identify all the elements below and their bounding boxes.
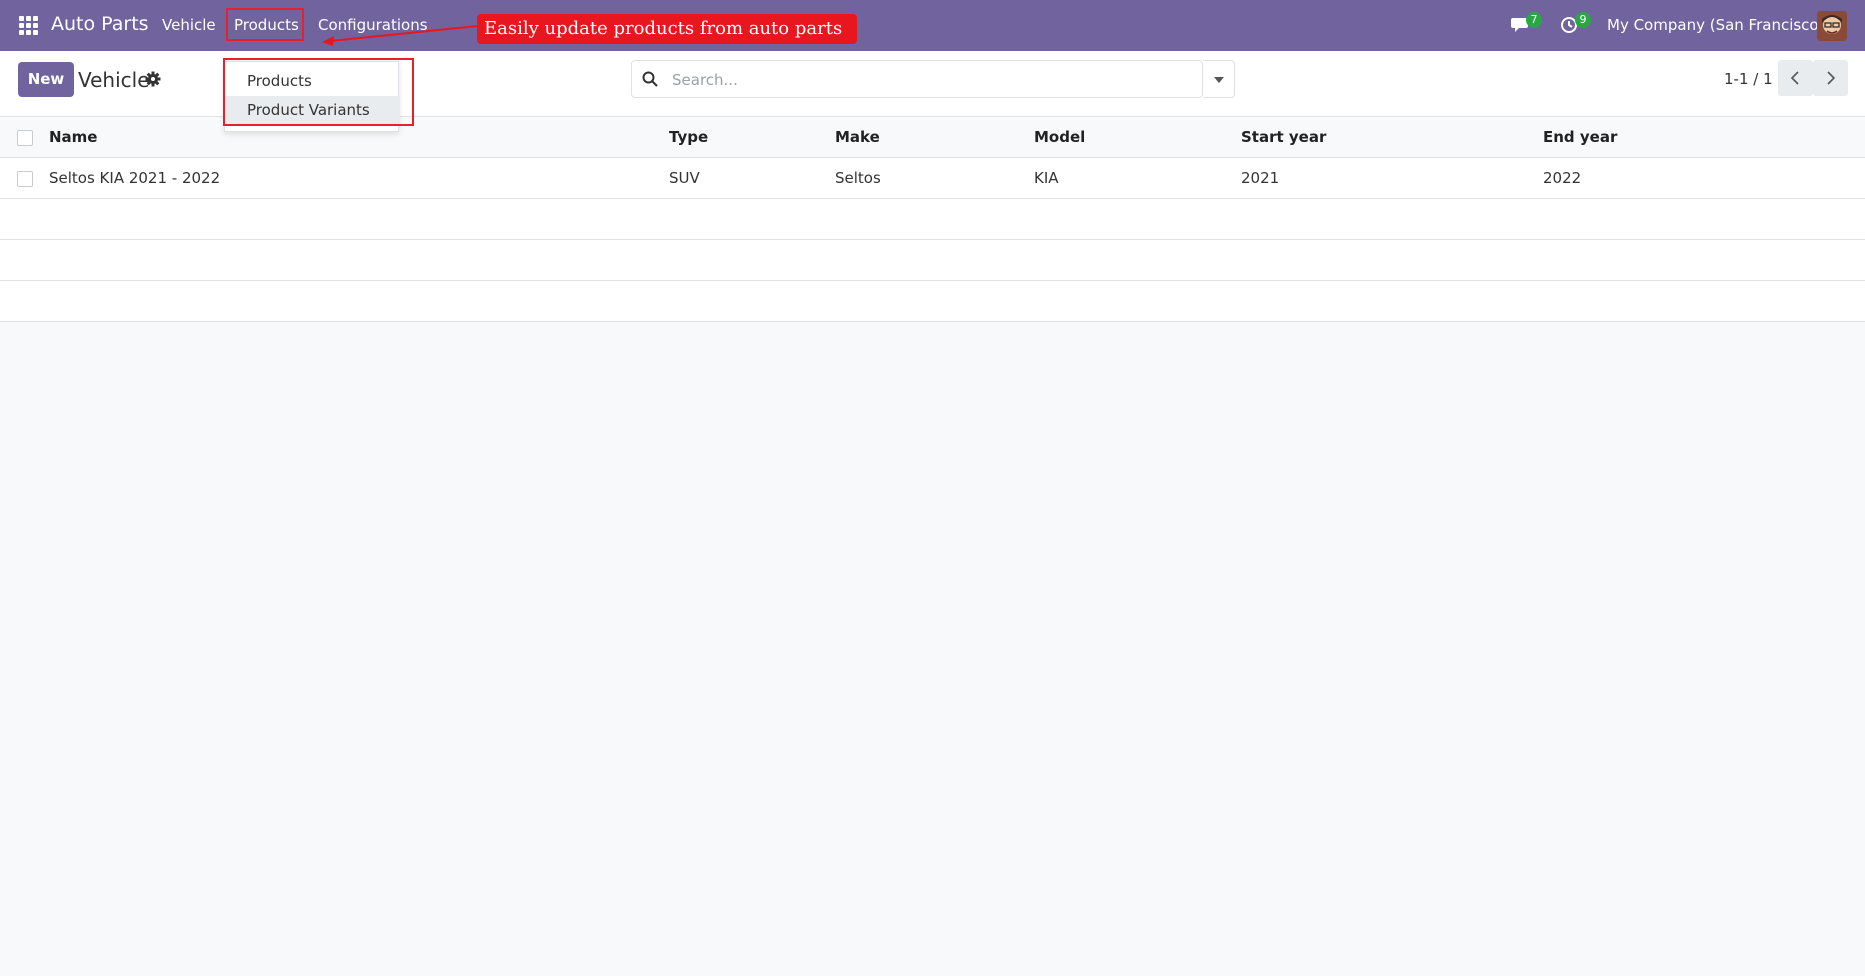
empty-row [0,281,1865,322]
app-grid-icon[interactable] [19,16,39,36]
column-header-start-year[interactable]: Start year [1241,117,1326,157]
dropdown-highlight [223,58,414,126]
vehicle-list: Name Type Make Model Start year End year… [0,117,1865,322]
caret-down-icon [1214,77,1224,83]
search-icon [642,71,658,87]
top-navbar: Auto Parts Vehicle Products Configuratio… [0,0,1865,51]
pager-previous-button[interactable] [1778,60,1813,96]
activities-badge: 9 [1575,12,1591,28]
company-switcher[interactable]: My Company (San Francisco) [1607,16,1824,34]
chevron-left-icon [1790,71,1799,85]
column-header-type[interactable]: Type [669,117,708,157]
annotation-callout: Easily update products from auto parts [477,14,857,44]
cell-name: Seltos KIA 2021 - 2022 [49,169,221,187]
column-header-end-year[interactable]: End year [1543,117,1617,157]
avatar-icon [1817,11,1847,41]
column-header-name[interactable]: Name [49,117,97,157]
activities-systray[interactable]: 9 [1560,12,1591,36]
gear-icon[interactable] [145,71,161,87]
breadcrumb: Vehicle [78,68,150,92]
empty-row [0,240,1865,281]
app-brand[interactable]: Auto Parts [51,13,149,35]
pager-value[interactable]: 1-1 / 1 [1724,70,1773,88]
cell-start-year: 2021 [1241,169,1280,187]
table-row[interactable]: Seltos KIA 2021 - 2022 SUV Seltos KIA 20… [0,158,1865,199]
user-avatar[interactable] [1817,11,1847,41]
column-header-model[interactable]: Model [1034,117,1085,157]
messages-systray[interactable]: 7 [1511,12,1542,36]
cell-make: Seltos [835,169,881,187]
products-menu-highlight [226,8,304,41]
row-checkbox[interactable] [17,171,33,187]
annotation-arrow [322,25,479,46]
messages-badge: 7 [1526,12,1542,28]
menu-vehicle[interactable]: Vehicle [162,16,216,34]
search-options-toggle[interactable] [1203,60,1235,98]
select-all-checkbox[interactable] [17,130,33,146]
new-button[interactable]: New [18,62,74,97]
search-input[interactable] [670,67,1194,93]
cell-model: KIA [1034,169,1059,187]
search-box [631,60,1203,98]
empty-row [0,199,1865,240]
column-header-make[interactable]: Make [835,117,880,157]
chevron-right-icon [1827,71,1836,85]
pager-next-button[interactable] [1813,60,1848,96]
cell-end-year: 2022 [1543,169,1582,187]
cell-type: SUV [669,169,700,187]
